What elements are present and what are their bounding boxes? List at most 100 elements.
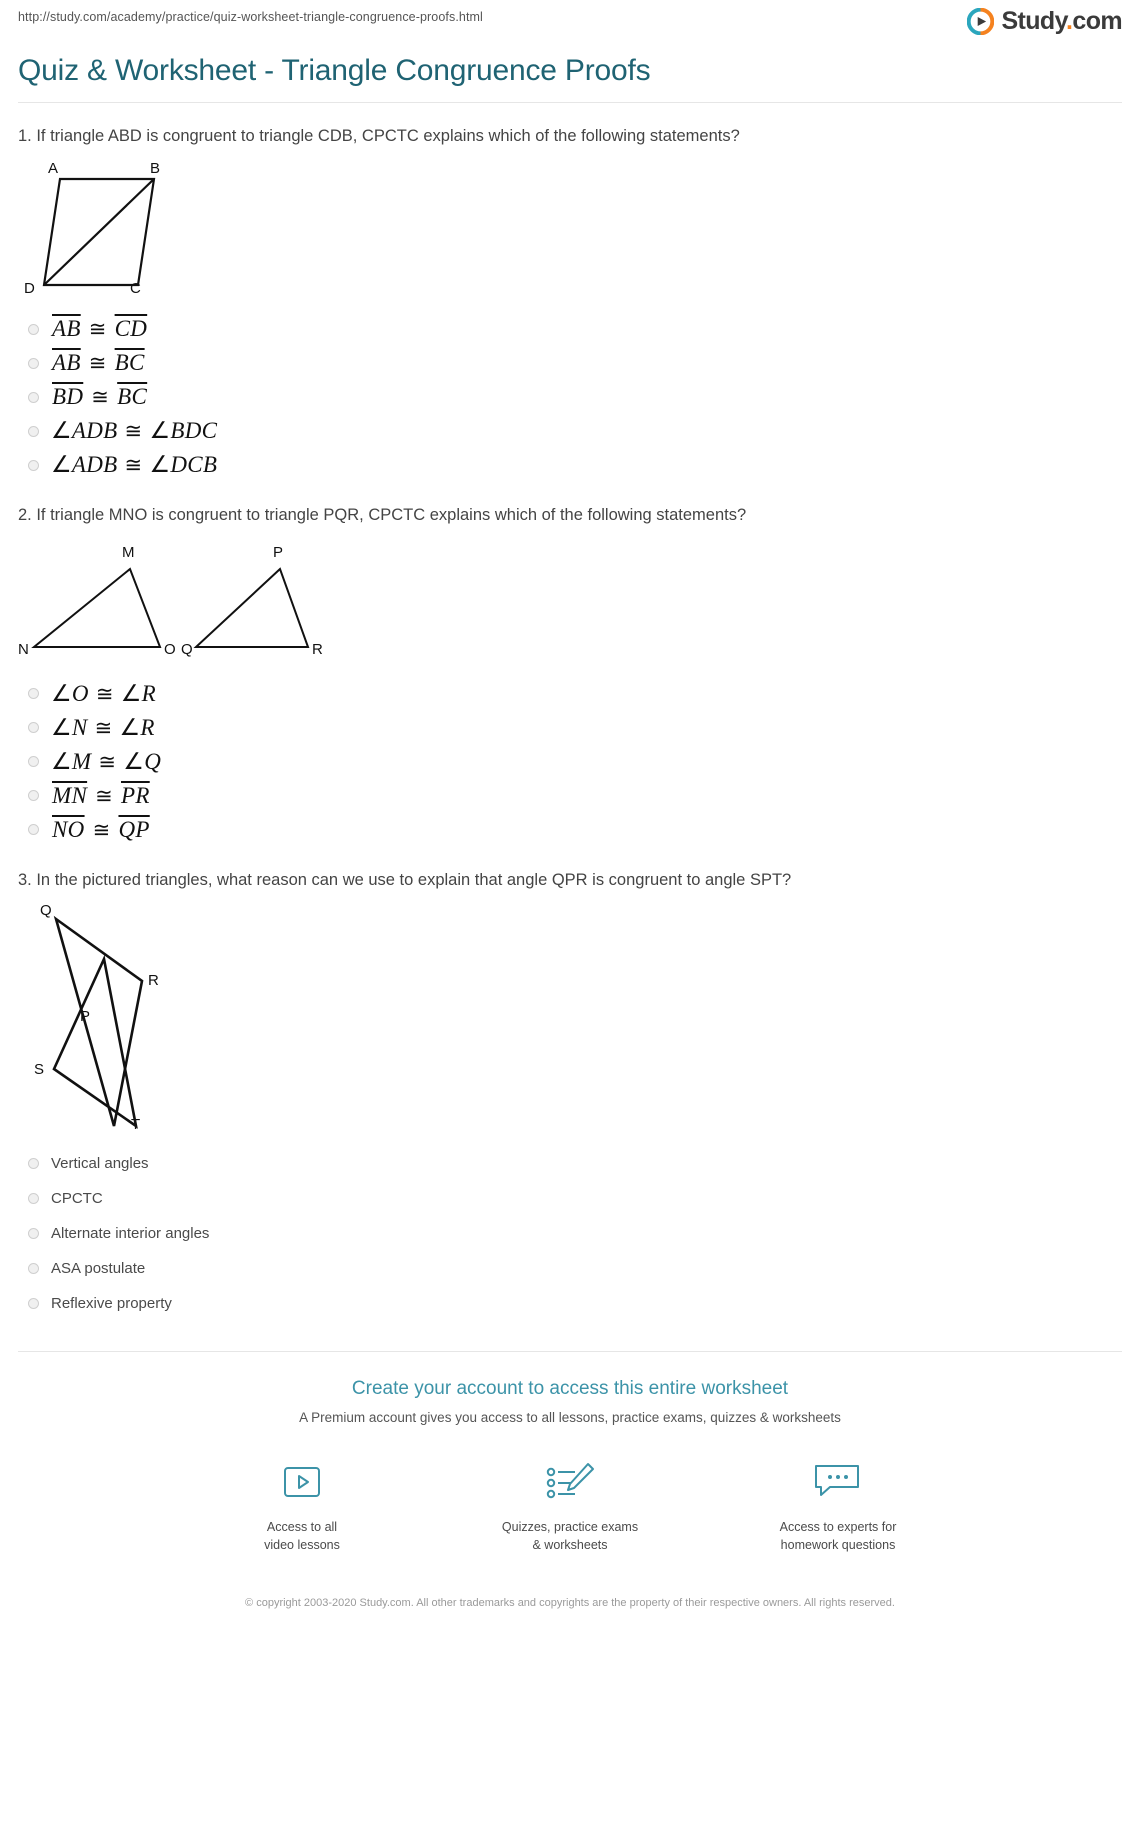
option[interactable]: NO ≅ QP <box>18 813 1122 847</box>
angle-symbol: ∠ <box>149 452 171 478</box>
option-label: Alternate interior angles <box>51 1224 210 1242</box>
option[interactable]: MN ≅ PR <box>18 779 1122 813</box>
radio-icon[interactable] <box>28 722 39 734</box>
congruent-symbol: ≅ <box>95 681 114 706</box>
option-right: CD <box>114 316 148 342</box>
radio-icon[interactable] <box>28 1227 39 1239</box>
congruent-symbol: ≅ <box>124 453 143 478</box>
option-right: BC <box>114 350 145 376</box>
option[interactable]: ∠ADB ≅ ∠BDC <box>18 414 1122 448</box>
option-left: ADB <box>71 452 118 478</box>
radio-icon[interactable] <box>28 1157 39 1169</box>
promo-headline[interactable]: Create your account to access this entir… <box>18 1378 1122 1400</box>
question-3-figure: Q R P S T <box>18 897 1122 1142</box>
angle-symbol: ∠ <box>119 714 141 740</box>
radio-icon[interactable] <box>28 1262 39 1274</box>
figure-1-label-B: B <box>150 160 160 177</box>
promo-column-quizzes: Quizzes, practice exams & worksheets <box>475 1459 665 1554</box>
congruent-symbol: ≅ <box>88 351 107 376</box>
page-title: Quiz & Worksheet - Triangle Congruence P… <box>18 54 651 87</box>
congruent-symbol: ≅ <box>95 783 114 808</box>
radio-icon[interactable] <box>28 391 39 403</box>
option[interactable]: ∠M ≅ ∠Q <box>18 745 1122 779</box>
promo-label: Access to all video lessons <box>264 1519 340 1552</box>
angle-symbol: ∠ <box>120 680 142 706</box>
option[interactable]: Vertical angles <box>18 1146 1122 1181</box>
radio-icon[interactable] <box>28 824 39 836</box>
option-label: ∠ADB ≅ ∠BDC <box>51 418 217 444</box>
radio-icon[interactable] <box>28 790 39 802</box>
option-left: AB <box>52 350 81 376</box>
brand-name: Study <box>1001 7 1067 35</box>
radio-icon[interactable] <box>28 688 39 700</box>
option[interactable]: Reflexive property <box>18 1286 1122 1321</box>
figure-2-label-O: O <box>164 641 176 658</box>
radio-icon[interactable] <box>28 459 39 471</box>
radio-icon[interactable] <box>28 756 39 768</box>
radio-icon[interactable] <box>28 323 39 335</box>
brand-tld: com <box>1072 7 1122 35</box>
option[interactable]: ∠N ≅ ∠R <box>18 711 1122 745</box>
question-2-text: 2. If triangle MNO is congruent to trian… <box>18 506 747 525</box>
congruent-symbol: ≅ <box>91 385 110 410</box>
question-2: 2. If triangle MNO is congruent to trian… <box>18 482 1122 846</box>
figure-2-label-N: N <box>18 641 29 658</box>
video-play-icon <box>207 1459 397 1505</box>
figure-3-label-P: P <box>80 1008 90 1025</box>
option-label: CPCTC <box>51 1189 103 1207</box>
figure-1-label-D: D <box>24 280 35 297</box>
angle-symbol: ∠ <box>51 452 72 478</box>
question-1-text: 1. If triangle ABD is congruent to trian… <box>18 127 740 145</box>
option-label: ∠O ≅ ∠R <box>51 681 156 707</box>
chat-bubble-icon <box>743 1459 933 1505</box>
option-left: ADB <box>71 418 118 444</box>
option-label: BD ≅ BC <box>51 384 148 410</box>
congruent-symbol: ≅ <box>88 317 107 342</box>
option[interactable]: AB ≅ BC <box>18 346 1122 380</box>
figure-1-label-A: A <box>48 160 58 177</box>
option-left: O <box>71 680 89 706</box>
option-right: QP <box>118 816 150 842</box>
option-label: NO ≅ QP <box>51 817 151 843</box>
angle-symbol: ∠ <box>51 418 72 444</box>
question-1: 1. If triangle ABD is congruent to trian… <box>18 103 1122 482</box>
option-right: R <box>140 714 155 740</box>
option-right: R <box>141 680 157 706</box>
radio-icon[interactable] <box>28 357 39 369</box>
radio-icon[interactable] <box>28 425 39 437</box>
option[interactable]: BD ≅ BC <box>18 380 1122 414</box>
option[interactable]: Alternate interior angles <box>18 1216 1122 1251</box>
question-3-options: Vertical angles CPCTC Alternate interior… <box>18 1146 1122 1321</box>
figure-3-label-Q: Q <box>40 902 52 919</box>
radio-icon[interactable] <box>28 1192 39 1204</box>
option[interactable]: CPCTC <box>18 1181 1122 1216</box>
option[interactable]: ASA postulate <box>18 1251 1122 1286</box>
option[interactable]: ∠O ≅ ∠R <box>18 677 1122 711</box>
brand-wordmark: Study.com <box>1001 9 1122 34</box>
option[interactable]: ∠ADB ≅ ∠DCB <box>18 448 1122 482</box>
question-1-figure: A B D C <box>18 153 1122 308</box>
figure-3-label-S: S <box>34 1061 44 1078</box>
congruent-symbol: ≅ <box>98 749 117 774</box>
angle-symbol: ∠ <box>51 748 72 774</box>
option-label: AB ≅ CD <box>51 316 148 342</box>
option-label: ASA postulate <box>51 1259 146 1277</box>
option-left: NO <box>52 816 85 842</box>
angle-symbol: ∠ <box>123 748 145 774</box>
option[interactable]: AB ≅ CD <box>18 312 1122 346</box>
promo-subline: A Premium account gives you access to al… <box>299 1409 841 1425</box>
study-com-logo[interactable]: Study.com <box>967 7 1123 36</box>
url-text: http://study.com/academy/practice/quiz-w… <box>18 10 483 24</box>
radio-icon[interactable] <box>28 1297 39 1309</box>
congruent-symbol: ≅ <box>124 419 143 444</box>
question-3: 3. In the pictured triangles, what reaso… <box>18 847 1122 1321</box>
copyright-text: © copyright 2003-2020 Study.com. All oth… <box>245 1597 895 1610</box>
figure-3-label-R: R <box>148 972 159 989</box>
promo-label: Quizzes, practice exams & worksheets <box>501 1519 639 1552</box>
option-right: BC <box>117 384 148 410</box>
figure-2-label-R: R <box>312 641 323 658</box>
figure-2-label-P: P <box>273 544 283 561</box>
figure-2-label-Q: Q <box>181 641 193 658</box>
option-label: Vertical angles <box>51 1154 149 1172</box>
option-left: AB <box>52 316 81 342</box>
